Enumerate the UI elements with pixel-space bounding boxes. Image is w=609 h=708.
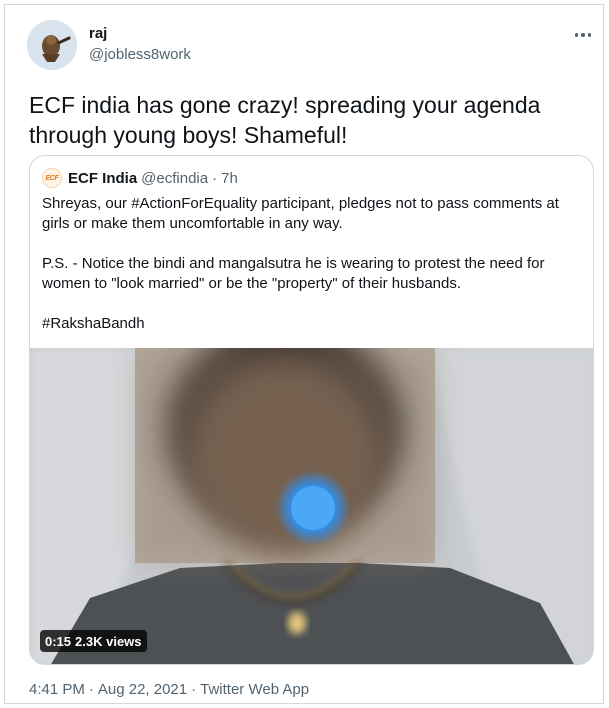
- video-duration: 0:15: [45, 633, 72, 649]
- more-horizontal-icon: [574, 33, 579, 37]
- video-stats-badge: 0:15 2.3K views: [40, 630, 147, 652]
- ecf-logo-text: ECF: [45, 174, 59, 182]
- video-views: 2.3K views: [75, 633, 142, 649]
- avatar[interactable]: [27, 20, 77, 70]
- quoted-tweet[interactable]: ECF ECF India @ecfindia · 7h Shreyas, ou…: [29, 155, 594, 665]
- quoted-text-line: P.S. - Notice the bindi and mangalsutra …: [42, 255, 545, 272]
- author-handle[interactable]: @jobless8work: [89, 46, 191, 63]
- quoted-timestamp: 7h: [221, 169, 238, 187]
- more-options-button[interactable]: [571, 27, 595, 43]
- quoted-text-line: women to "look married" or be the "prope…: [42, 275, 462, 292]
- quoted-text-line: Shreyas, our #ActionForEquality particip…: [42, 195, 559, 212]
- quoted-author-name: ECF India: [68, 169, 138, 187]
- tweet-text-line: through young boys! Shameful!: [29, 122, 348, 148]
- more-horizontal-icon: [587, 33, 592, 37]
- separator-dot: ·: [88, 681, 94, 698]
- avatar-image: [27, 20, 77, 70]
- ecf-logo-icon: ECF: [42, 168, 62, 188]
- tweet-text-line: ECF india has gone crazy! spreading your…: [29, 92, 541, 118]
- tweet-date[interactable]: Aug 22, 2021: [98, 681, 187, 698]
- video-player[interactable]: 0:15 2.3K views: [30, 348, 593, 664]
- quoted-author-handle: @ecfindia: [141, 169, 209, 187]
- separator-dot: ·: [212, 169, 218, 187]
- more-horizontal-icon: [581, 33, 585, 37]
- video-thumbnail: [30, 348, 593, 664]
- tweet-metadata: 4:41 PM · Aug 22, 2021 · Twitter Web App: [29, 681, 309, 698]
- quoted-tweet-text: Shreyas, our #ActionForEquality particip…: [42, 194, 582, 334]
- tweet-card[interactable]: raj @jobless8work ECF india has gone cra…: [4, 4, 604, 704]
- tweet-source[interactable]: Twitter Web App: [200, 681, 309, 698]
- author-name[interactable]: raj: [89, 25, 107, 42]
- tweet-time[interactable]: 4:41 PM: [29, 681, 85, 698]
- quoted-tweet-header: ECF ECF India @ecfindia · 7h: [42, 168, 238, 188]
- quoted-text-line: girls or make them uncomfortable in any …: [42, 215, 343, 232]
- tweet-text: ECF india has gone crazy! spreading your…: [29, 90, 589, 150]
- hashtag: #RakshaBandh: [42, 315, 145, 332]
- separator-dot: ·: [191, 681, 197, 698]
